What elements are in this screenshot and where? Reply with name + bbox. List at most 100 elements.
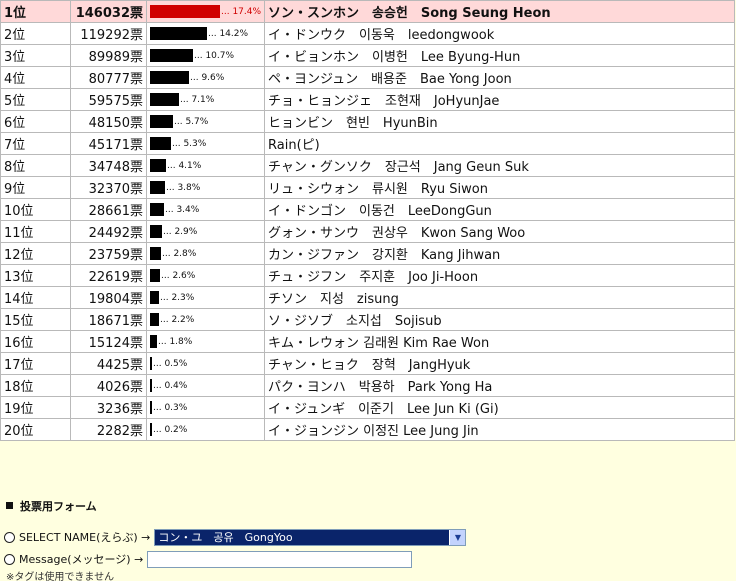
share-cell: ... 0.5% [146,352,265,375]
share-bar [150,291,159,304]
name-cell: グォン・サンウ 권상우 Kwon Sang Woo [264,220,735,243]
share-cell: ... 0.4% [146,374,265,397]
share-bar [150,269,160,282]
ranking-row: 19位 3236票 ... 0.3% イ・ジュンギ 이준기 Lee Jun Ki (G… [0,396,735,419]
ranking-row: 16位 15124票 ... 1.8% キム・レウォン 김래원 Kim Rae Won [0,330,735,353]
votes-cell: 119292票 [70,22,147,45]
share-percent: ... 1.8% [158,336,193,347]
name-cell: リュ・シウォン 류시원 Ryu Siwon [264,176,735,199]
rank-cell: 1位 [0,0,71,23]
share-percent: ... 0.4% [153,380,188,391]
votes-cell: 32370票 [70,176,147,199]
rank-cell: 18位 [0,374,71,397]
share-cell: ... 3.8% [146,176,265,199]
name-cell: イ・ドンウク 이동욱 leedongwook [264,22,735,45]
vote-form: 投票用フォーム SELECT NAME(えらぶ) → コン・ユ 공유 GongY… [0,490,736,581]
share-percent: ... 4.1% [167,160,202,171]
name-cell: ソ・ジソブ 소지섭 Sojisub [264,308,735,331]
share-cell: ... 2.3% [146,286,265,309]
black-square-icon [6,502,13,509]
votes-cell: 19804票 [70,286,147,309]
share-bar [150,313,159,326]
share-bar [150,423,152,436]
name-cell: ペ・ヨンジュン 배용준 Bae Yong Joon [264,66,735,89]
share-cell: ... 0.3% [146,396,265,419]
rank-cell: 4位 [0,66,71,89]
ranking-row: 15位 18671票 ... 2.2% ソ・ジソブ 소지섭 Sojisub [0,308,735,331]
rank-cell: 15位 [0,308,71,331]
share-percent: ... 2.2% [160,314,195,325]
votes-cell: 22619票 [70,264,147,287]
name-cell: チョ・ヒョンジェ 조현재 JoHyunJae [264,88,735,111]
rank-cell: 19位 [0,396,71,419]
share-percent: ... 2.3% [160,292,195,303]
name-cell: カン・ジファン 강지환 Kang Jihwan [264,242,735,265]
rank-cell: 17位 [0,352,71,375]
name-cell: ヒョンビン 현빈 HyunBin [264,110,735,133]
votes-cell: 45171票 [70,132,147,155]
votes-cell: 4425票 [70,352,147,375]
rank-cell: 14位 [0,286,71,309]
message-row: Message(メッセージ) → [4,549,413,569]
ranking-row: 2位 119292票 ... 14.2% イ・ドンウク 이동욱 leedongwook [0,22,735,45]
share-percent: ... 5.7% [174,116,209,127]
name-cell: イ・ドンゴン 이동건 LeeDongGun [264,198,735,221]
ranking-row: 12位 23759票 ... 2.8% カン・ジファン 강지환 Kang Jihwan [0,242,735,265]
ranking-row: 10位 28661票 ... 3.4% イ・ドンゴン 이동건 LeeDongGun [0,198,735,221]
rank-cell: 10位 [0,198,71,221]
share-percent: ... 2.8% [162,248,197,259]
form-heading: 投票用フォーム [6,498,97,514]
share-bar [150,93,179,106]
votes-cell: 24492票 [70,220,147,243]
share-cell: ... 2.9% [146,220,265,243]
name-cell: イ・ジュンギ 이준기 Lee Jun Ki (Gi) [264,396,735,419]
ranking-row: 1位 146032票 ... 17.4% ソン・スンホン 송승헌 Song Seung… [0,0,735,23]
form-heading-text: 投票用フォーム [20,500,97,513]
share-percent: ... 10.7% [194,50,235,61]
share-bar [150,225,162,238]
ranking-row: 7位 45171票 ... 5.3% Rain(ピ) [0,132,735,155]
chevron-down-icon[interactable]: ▼ [449,529,466,545]
ranking-row: 18位 4026票 ... 0.4% パク・ヨンハ 박용하 Park Yong Ha [0,374,735,397]
rank-cell: 6位 [0,110,71,133]
share-cell: ... 14.2% [146,22,265,45]
ranking-row: 9位 32370票 ... 3.8% リュ・シウォン 류시원 Ryu Siwon [0,176,735,199]
ranking-row: 6位 48150票 ... 5.7% ヒョンビン 현빈 HyunBin [0,110,735,133]
share-bar [150,247,161,260]
name-cell: チュ・ジフン 주지훈 Joo Ji-Hoon [264,264,735,287]
share-bar [150,181,165,194]
name-select[interactable]: コン・ユ 공유 GongYoo ▼ [154,528,467,546]
rank-cell: 2位 [0,22,71,45]
ranking-table-body: 1位 146032票 ... 17.4% ソン・スンホン 송승헌 Song Seung… [0,0,735,441]
share-bar [150,203,164,216]
share-percent: ... 3.4% [165,204,200,215]
share-bar [150,379,152,392]
votes-cell: 146032票 [70,0,147,23]
rank-cell: 3位 [0,44,71,67]
share-cell: ... 5.7% [146,110,265,133]
ranking-row: 17位 4425票 ... 0.5% チャン・ヒョク 장혁 JangHyuk [0,352,735,375]
share-bar [150,71,189,84]
name-select-value: コン・ユ 공유 GongYoo [158,531,293,544]
votes-cell: 80777票 [70,66,147,89]
message-input[interactable] [147,550,413,568]
ranking-row: 20位 2282票 ... 0.2% イ・ジョンジン 이정진 Lee Jung Jin [0,418,735,441]
name-cell: ソン・スンホン 송승헌 Song Seung Heon [264,0,735,23]
select-name-radio[interactable] [4,531,15,543]
share-cell: ... 4.1% [146,154,265,177]
rank-cell: 9位 [0,176,71,199]
name-cell: チャン・ヒョク 장혁 JangHyuk [264,352,735,375]
ranking-table: 1位 146032票 ... 17.4% ソン・スンホン 송승헌 Song Seung… [0,0,735,441]
share-percent: ... 17.4% [221,6,262,17]
share-percent: ... 0.2% [153,424,188,435]
share-percent: ... 3.8% [166,182,201,193]
rank-cell: 5位 [0,88,71,111]
votes-cell: 89989票 [70,44,147,67]
form-note: ※タグは使用できません [6,572,115,581]
ranking-row: 8位 34748票 ... 4.1% チャン・グンソク 장근석 Jang Geun S… [0,154,735,177]
message-radio[interactable] [4,553,15,565]
votes-cell: 59575票 [70,88,147,111]
ranking-row: 5位 59575票 ... 7.1% チョ・ヒョンジェ 조현재 JoHyunJae [0,88,735,111]
select-name-label: SELECT NAME(えらぶ) → [19,531,151,544]
name-cell: Rain(ピ) [264,132,735,155]
